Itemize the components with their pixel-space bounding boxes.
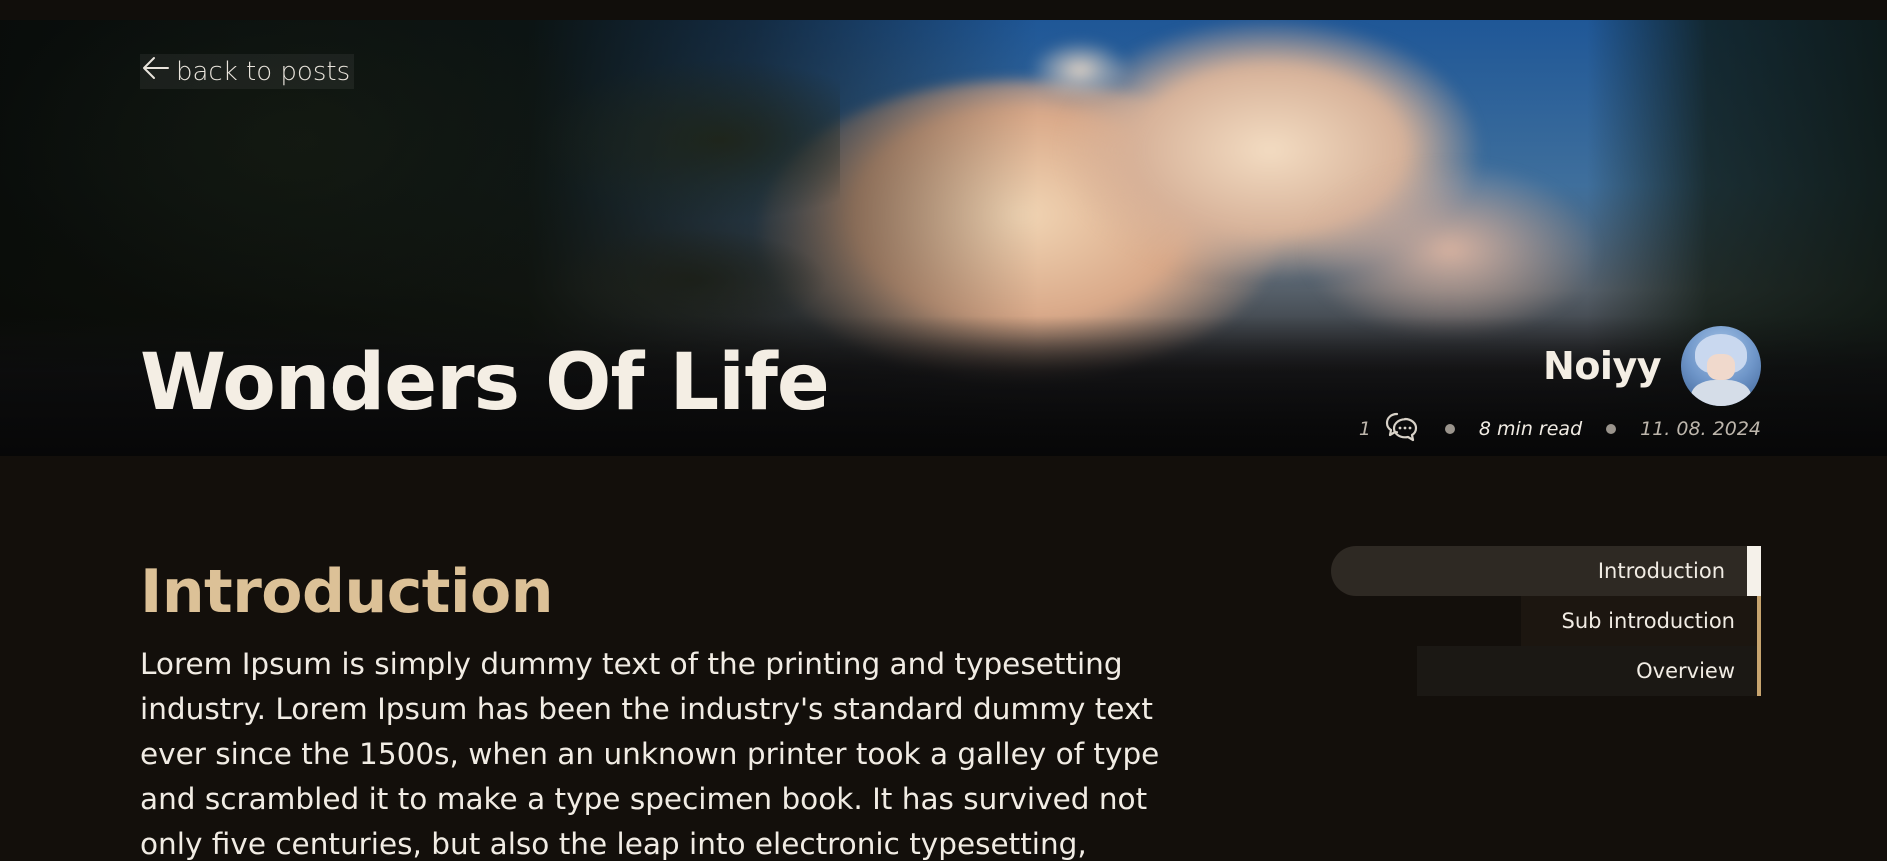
toc-item-overview[interactable]: Overview <box>1417 646 1761 696</box>
toc-item-label: Overview <box>1636 659 1735 683</box>
author-name[interactable]: Noiyy <box>1543 344 1661 388</box>
read-time: 8 min read <box>1478 417 1583 440</box>
section-heading: Introduction <box>140 557 553 627</box>
comment-count: 1 <box>1358 417 1371 440</box>
avatar[interactable] <box>1681 326 1761 406</box>
toc-item-introduction[interactable]: Introduction <box>1331 546 1761 596</box>
meta-separator <box>1444 423 1455 434</box>
arrow-left-icon <box>140 54 172 89</box>
body-paragraph: Lorem Ipsum is simply dummy text of the … <box>140 647 1160 861</box>
comment-bubble-icon[interactable] <box>1383 410 1421 447</box>
meta-separator <box>1606 423 1617 434</box>
post-title: Wonders Of Life <box>140 338 830 428</box>
post-date: 11. 08. 2024 <box>1640 417 1761 440</box>
back-to-posts-link[interactable]: back to posts <box>140 54 355 89</box>
avatar-body <box>1691 380 1751 406</box>
top-strip <box>0 0 1887 20</box>
toc-item-sub-introduction[interactable]: Sub introduction <box>1521 596 1761 646</box>
post-content: Introduction Lorem Ipsum is simply dummy… <box>140 556 1170 861</box>
post-meta: 1 8 min read 11. 08. 2024 <box>1359 410 1761 447</box>
author-block[interactable]: Noiyy <box>1543 326 1761 406</box>
back-link-label: back to posts <box>176 56 351 87</box>
avatar-face <box>1707 354 1735 380</box>
toc-item-label: Introduction <box>1597 559 1725 583</box>
toc-item-label: Sub introduction <box>1561 609 1735 633</box>
